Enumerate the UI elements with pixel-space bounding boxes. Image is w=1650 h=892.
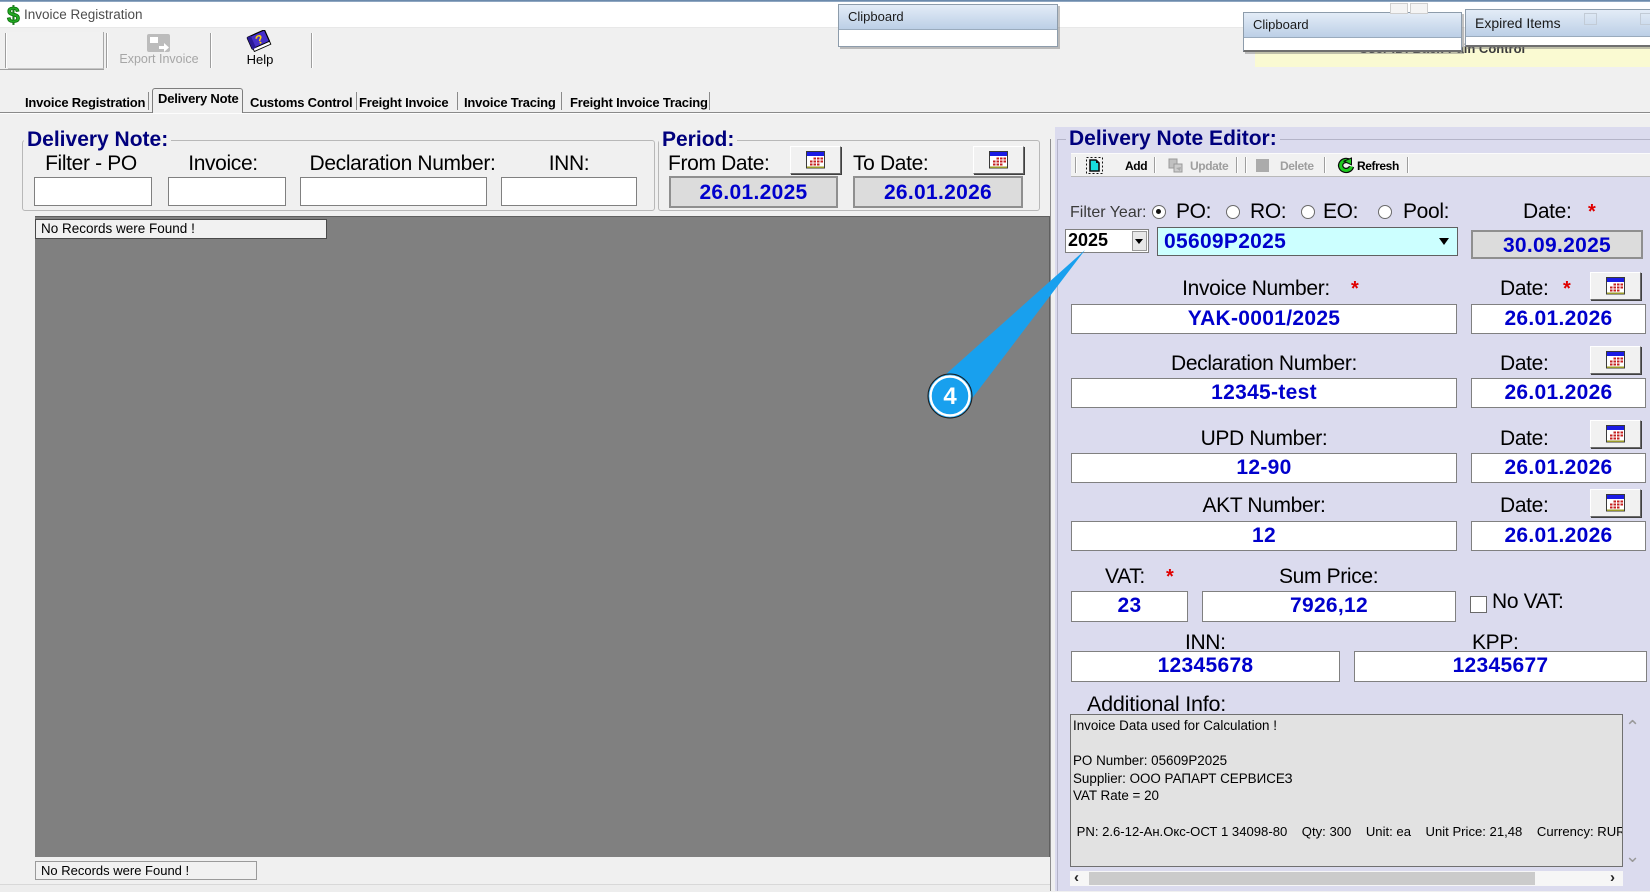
svg-text:4: 4: [943, 383, 957, 410]
